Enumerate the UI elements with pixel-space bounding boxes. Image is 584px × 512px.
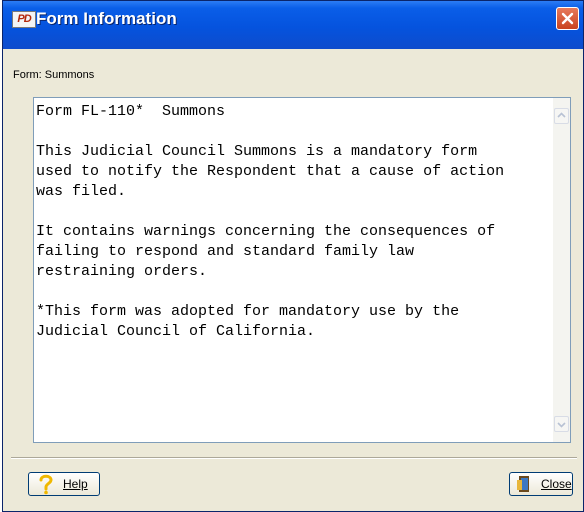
scroll-down-button[interactable] [554,416,569,432]
close-button[interactable]: Close [509,472,573,496]
chevron-up-icon [557,112,566,118]
form-information-dialog: PD Form Information Form: Summons Form F… [2,0,584,512]
title-bar[interactable]: PD Form Information [3,1,583,49]
window-title: Form Information [36,9,177,28]
form-description-text: Form FL-110* Summons This Judicial Counc… [36,103,505,340]
question-mark-icon [39,474,53,495]
help-button[interactable]: Help [28,472,100,496]
close-icon[interactable] [556,7,579,30]
vertical-scrollbar[interactable] [553,98,570,442]
door-exit-icon [517,476,529,492]
close-button-label: Close [541,477,572,491]
help-button-label: Help [63,477,88,491]
separator [11,457,577,459]
form-description-textbox[interactable]: Form FL-110* Summons This Judicial Counc… [33,97,571,443]
scroll-up-button[interactable] [554,108,569,124]
form-name-label: Form: Summons [13,69,95,81]
chevron-down-icon [557,422,566,428]
app-icon: PD [12,11,36,28]
